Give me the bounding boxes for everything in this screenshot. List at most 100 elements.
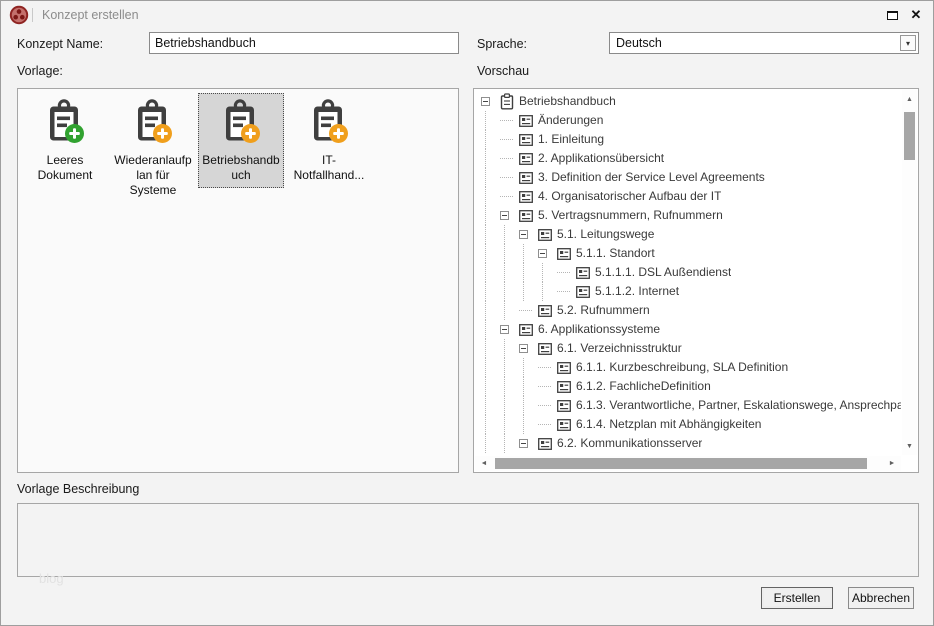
tree-guide-line <box>500 415 519 434</box>
tree-item[interactable]: Änderungen <box>475 111 901 130</box>
chevron-down-icon: ▾ <box>905 38 910 48</box>
tree-item[interactable]: 5. Vertragsnummern, Rufnummern <box>475 206 901 225</box>
titlebar-separator <box>32 8 33 22</box>
tree-guide-line <box>519 377 538 396</box>
document-node-icon <box>519 190 533 203</box>
tree-item-label: Änderungen <box>538 113 604 127</box>
minus-box-icon <box>538 249 547 258</box>
template-item-2[interactable]: Wiederanlaufplan für Systeme <box>110 93 196 203</box>
tree-guide-line <box>519 263 538 282</box>
tree-guide-line <box>481 358 500 377</box>
scroll-right-icon[interactable]: ► <box>885 456 899 471</box>
tree-item-label: 5.1.1.1. DSL Außendienst <box>595 265 732 279</box>
vertical-scrollbar-thumb[interactable] <box>904 112 915 160</box>
tree-guide-line <box>481 149 500 168</box>
clipboard-template-icon <box>314 99 348 143</box>
tree-item[interactable]: 4. Organisatorischer Aufbau der IT <box>475 187 901 206</box>
concept-name-input[interactable] <box>149 32 459 54</box>
tree-connector <box>557 282 576 301</box>
template-item-4[interactable]: IT-Notfallhand... <box>286 93 372 188</box>
tree-guide-line <box>500 244 519 263</box>
horizontal-scrollbar[interactable]: ◄ ► <box>475 456 901 471</box>
tree-guide-line <box>519 282 538 301</box>
tree-expander-collapse[interactable] <box>519 434 538 453</box>
tree-guide-line <box>500 263 519 282</box>
watermark: blog <box>39 571 64 586</box>
template-item-3[interactable]: Betriebshandbuch <box>198 93 284 188</box>
minus-box-icon <box>500 211 509 220</box>
tree-guide-line <box>500 339 519 358</box>
tree-item[interactable]: Betriebshandbuch <box>475 92 901 111</box>
tree-guide-line <box>481 339 500 358</box>
tree-expander-collapse[interactable] <box>500 206 519 225</box>
tree-item[interactable]: 6.2. Kommunikationsserver <box>475 434 901 453</box>
tree-connector <box>519 301 538 320</box>
document-node-icon <box>576 285 590 298</box>
tree-guide-line <box>481 282 500 301</box>
clipboard-node-icon <box>500 93 514 110</box>
template-label: Leeres Dokument <box>37 153 93 182</box>
vertical-scrollbar[interactable]: ▲ ▼ <box>902 90 917 455</box>
language-dropdown[interactable]: Deutsch ▾ <box>609 32 919 54</box>
tree-expander-collapse[interactable] <box>500 320 519 339</box>
tree-expander-collapse[interactable] <box>519 225 538 244</box>
tree-guide-line <box>481 377 500 396</box>
tree-item[interactable]: 6.1.4. Netzplan mit Abhängigkeiten <box>475 415 901 434</box>
maximize-button[interactable] <box>881 6 903 24</box>
cancel-button[interactable]: Abbrechen <box>848 587 914 609</box>
tree-item[interactable]: 3. Definition der Service Level Agreemen… <box>475 168 901 187</box>
tree-expander-collapse[interactable] <box>538 244 557 263</box>
tree-connector <box>500 130 519 149</box>
tree-item[interactable]: 6.1.1. Kurzbeschreibung, SLA Definition <box>475 358 901 377</box>
tree-item-label: 5.2. Rufnummern <box>557 303 650 317</box>
tree-item[interactable]: 5.1.1. Standort <box>475 244 901 263</box>
close-button[interactable]: ✕ <box>905 6 927 24</box>
dialog-window: Konzept erstellen ✕ Konzept Name: Sprach… <box>0 0 934 626</box>
tree-item[interactable]: 1. Einleitung <box>475 130 901 149</box>
tree-guide-line <box>519 415 538 434</box>
tree-item[interactable]: 5.1.1.2. Internet <box>475 282 901 301</box>
dropdown-arrow-button[interactable]: ▾ <box>900 35 916 51</box>
tree-item[interactable]: 2. Applikationsübersicht <box>475 149 901 168</box>
tree-guide-line <box>481 168 500 187</box>
create-button[interactable]: Erstellen <box>761 587 833 609</box>
tree-item[interactable]: 6.1.2. FachlicheDefinition <box>475 377 901 396</box>
template-item-1[interactable]: Leeres Dokument <box>22 93 108 188</box>
tree-expander-collapse[interactable] <box>519 339 538 358</box>
horizontal-scrollbar-thumb[interactable] <box>495 458 867 469</box>
tree-item[interactable]: 6.1.3. Verantwortliche, Partner, Eskalat… <box>475 396 901 415</box>
tree-item-label: 5.1. Leitungswege <box>557 227 655 241</box>
tree-connector <box>500 187 519 206</box>
tree-guide-line <box>481 434 500 453</box>
document-node-icon <box>519 133 533 146</box>
maximize-icon <box>886 10 898 20</box>
document-node-icon <box>519 171 533 184</box>
tree-expander-collapse[interactable] <box>481 92 500 111</box>
minus-box-icon <box>500 325 509 334</box>
scroll-left-icon[interactable]: ◄ <box>477 456 491 471</box>
tree-item[interactable]: 5.2. Rufnummern <box>475 301 901 320</box>
tree-item[interactable]: 5.1.1.1. DSL Außendienst <box>475 263 901 282</box>
tree-guide-line <box>500 225 519 244</box>
tree-item[interactable]: 5.1. Leitungswege <box>475 225 901 244</box>
tree-guide-line <box>481 320 500 339</box>
tree-connector <box>538 396 557 415</box>
description-box[interactable] <box>17 503 919 577</box>
document-node-icon <box>557 380 571 393</box>
tree-item-label: 3. Definition der Service Level Agreemen… <box>538 170 765 184</box>
tree-guide-line <box>481 244 500 263</box>
tree-guide-line <box>481 415 500 434</box>
scroll-down-icon[interactable]: ▼ <box>902 439 917 453</box>
tree-connector <box>557 263 576 282</box>
document-node-icon <box>519 209 533 222</box>
minus-box-icon <box>519 439 528 448</box>
scroll-up-icon[interactable]: ▲ <box>902 92 917 106</box>
tree-item[interactable]: 6. Applikationssysteme <box>475 320 901 339</box>
titlebar: Konzept erstellen ✕ <box>1 1 933 29</box>
tree-item[interactable]: 6.1. Verzeichnisstruktur <box>475 339 901 358</box>
tree-item-label: Betriebshandbuch <box>519 94 616 108</box>
template-label: Betriebshandbuch <box>202 153 280 182</box>
document-node-icon <box>557 247 571 260</box>
tree-item-label: 5.1.1.2. Internet <box>595 284 680 298</box>
tree-item-label: 6.1.4. Netzplan mit Abhängigkeiten <box>576 417 762 431</box>
